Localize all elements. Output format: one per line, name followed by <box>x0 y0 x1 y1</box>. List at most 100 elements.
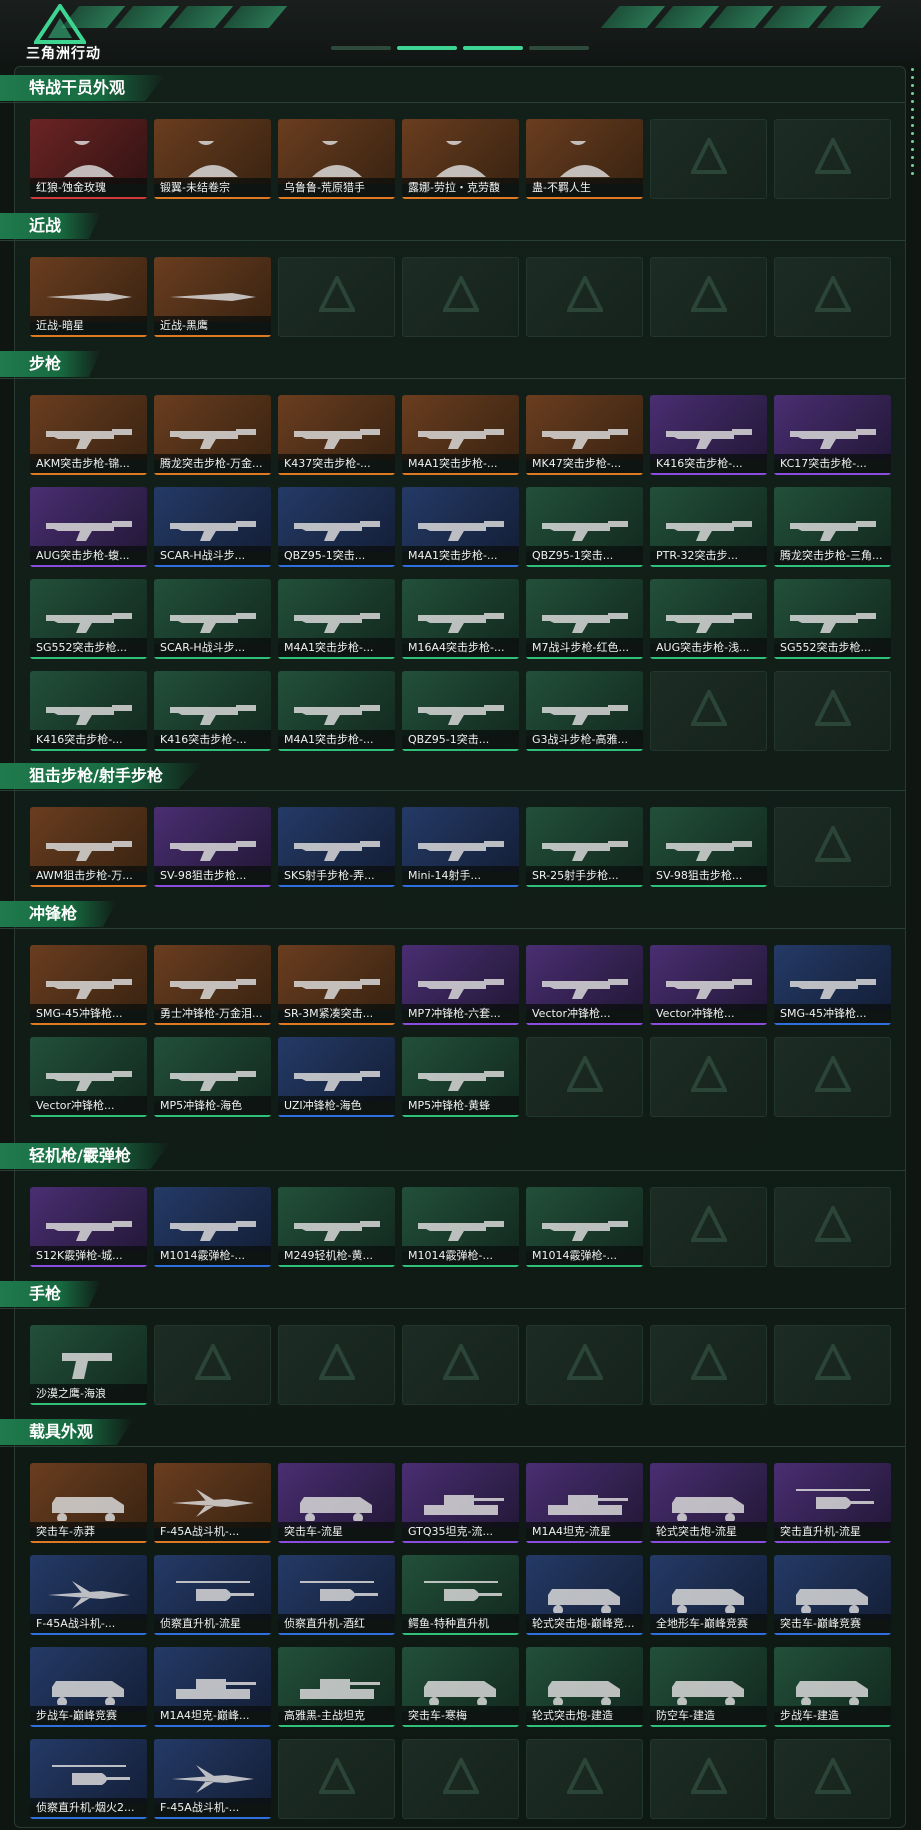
item-label: 步战车-建造 <box>774 1706 891 1727</box>
item-card[interactable]: M1014霰弹枪-... <box>402 1187 519 1267</box>
rifle-icon <box>46 613 132 633</box>
item-card[interactable]: 突击车-巅峰竞赛 <box>774 1555 891 1635</box>
item-card[interactable]: 防空车-建造 <box>650 1647 767 1727</box>
item-card[interactable]: AUG突击步枪-蝮... <box>30 487 147 567</box>
header-stripes-right <box>600 6 882 30</box>
item-card[interactable]: 侦察直升机-酒红 <box>278 1555 395 1635</box>
item-card[interactable]: 勇士冲锋枪-万金泪... <box>154 945 271 1025</box>
item-card[interactable]: 侦察直升机-流星 <box>154 1555 271 1635</box>
delta-watermark-icon <box>691 1758 727 1794</box>
item-card[interactable]: 鳄鱼-特种直升机 <box>402 1555 519 1635</box>
item-card[interactable]: AWM狙击步枪-万... <box>30 807 147 887</box>
item-card[interactable]: 轮式突击炮-流星 <box>650 1463 767 1543</box>
item-card[interactable]: 全地形车-巅峰竞赛 <box>650 1555 767 1635</box>
item-card[interactable]: Vector冲锋枪... <box>526 945 643 1025</box>
item-card[interactable]: KC17突击步枪-... <box>774 395 891 475</box>
item-card[interactable]: S12K霰弹枪-城... <box>30 1187 147 1267</box>
item-card[interactable]: SMG-45冲锋枪... <box>30 945 147 1025</box>
item-card[interactable]: 侦察直升机-烟火2... <box>30 1739 147 1819</box>
rifle-icon <box>542 613 628 633</box>
item-card[interactable]: K437突击步枪-... <box>278 395 395 475</box>
item-card[interactable]: M1A4坦克-流星 <box>526 1463 643 1543</box>
item-card[interactable]: K416突击步枪-... <box>650 395 767 475</box>
item-card[interactable]: M249轻机枪-黄... <box>278 1187 395 1267</box>
item-card[interactable]: 突击车-赤莽 <box>30 1463 147 1543</box>
rifle-icon <box>666 613 752 633</box>
item-card[interactable]: SR-3M紧凑突击... <box>278 945 395 1025</box>
rarity-bar <box>278 197 395 199</box>
smg-icon <box>418 1071 504 1091</box>
item-card[interactable]: F-45A战斗机-... <box>30 1555 147 1635</box>
item-card[interactable]: Vector冲锋枪... <box>30 1037 147 1117</box>
item-card[interactable]: AUG突击步枪-浅... <box>650 579 767 659</box>
item-thumbnail <box>526 395 643 460</box>
item-thumbnail <box>278 1463 395 1528</box>
item-thumbnail <box>650 1555 767 1620</box>
item-card[interactable]: 近战-黑鹰 <box>154 257 271 337</box>
item-card[interactable]: M1014霰弹枪-... <box>526 1187 643 1267</box>
item-card[interactable]: GTQ35坦克-流... <box>402 1463 519 1543</box>
item-card[interactable]: 锻翼-未结卷宗 <box>154 119 271 199</box>
item-card[interactable]: 步战车-巅峰竞赛 <box>30 1647 147 1727</box>
item-card[interactable]: 高雅黑-主战坦克 <box>278 1647 395 1727</box>
item-card[interactable]: F-45A战斗机-... <box>154 1739 271 1819</box>
item-card[interactable]: 沙漠之鹰-海浪 <box>30 1325 147 1405</box>
item-card[interactable]: SV-98狙击步枪... <box>154 807 271 887</box>
item-card[interactable]: 蛊-不羁人生 <box>526 119 643 199</box>
rifle-icon <box>294 429 380 449</box>
item-card[interactable]: SR-25射手步枪... <box>526 807 643 887</box>
item-card[interactable]: QBZ95-1突击... <box>278 487 395 567</box>
item-card[interactable]: 步战车-建造 <box>774 1647 891 1727</box>
item-card[interactable]: Vector冲锋枪... <box>650 945 767 1025</box>
item-card[interactable]: M1014霰弹枪-... <box>154 1187 271 1267</box>
item-card[interactable]: G3战斗步枪-高雅... <box>526 671 643 751</box>
item-label: 防空车-建造 <box>650 1706 767 1727</box>
item-card[interactable]: PTR-32突击步... <box>650 487 767 567</box>
item-card[interactable]: 轮式突击炮-建造 <box>526 1647 643 1727</box>
item-card[interactable]: AKM突击步枪-锦... <box>30 395 147 475</box>
item-card[interactable]: SMG-45冲锋枪... <box>774 945 891 1025</box>
item-card[interactable]: SG552突击步枪... <box>30 579 147 659</box>
rarity-bar <box>278 1115 395 1117</box>
item-card[interactable]: SV-98狙击步枪... <box>650 807 767 887</box>
item-card[interactable]: 近战-暗星 <box>30 257 147 337</box>
item-card[interactable]: M7战斗步枪-红色... <box>526 579 643 659</box>
item-card[interactable]: F-45A战斗机-... <box>154 1463 271 1543</box>
shotgun-icon <box>542 1221 628 1241</box>
item-thumbnail <box>30 1463 147 1528</box>
rifle-icon <box>294 613 380 633</box>
item-card[interactable]: MP5冲锋枪-黄蜂 <box>402 1037 519 1117</box>
item-card[interactable]: SG552突击步枪... <box>774 579 891 659</box>
item-card[interactable]: 突击直升机-流星 <box>774 1463 891 1543</box>
item-card[interactable]: M4A1突击步枪-... <box>402 487 519 567</box>
item-card[interactable]: M4A1突击步枪-... <box>278 579 395 659</box>
item-card[interactable]: QBZ95-1突击... <box>526 487 643 567</box>
item-card[interactable]: SKS射手步枪-弄... <box>278 807 395 887</box>
item-card[interactable]: K416突击步枪-... <box>154 671 271 751</box>
item-card[interactable]: MP7冲锋枪-六套... <box>402 945 519 1025</box>
item-card[interactable]: 腾龙突击步枪-三角... <box>774 487 891 567</box>
item-card[interactable]: Mini-14射手... <box>402 807 519 887</box>
item-card[interactable]: M16A4突击步枪-... <box>402 579 519 659</box>
item-card[interactable]: SCAR-H战斗步... <box>154 487 271 567</box>
item-card[interactable]: M4A1突击步枪-... <box>402 395 519 475</box>
scroll-dots-icon[interactable] <box>911 68 915 180</box>
item-card[interactable]: K416突击步枪-... <box>30 671 147 751</box>
item-card[interactable]: M4A1突击步枪-... <box>278 671 395 751</box>
item-card[interactable]: 轮式突击炮-巅峰竞... <box>526 1555 643 1635</box>
item-card[interactable]: 腾龙突击步枪-万金... <box>154 395 271 475</box>
item-thumbnail <box>278 1037 395 1102</box>
item-card[interactable]: M1A4坦克-巅峰... <box>154 1647 271 1727</box>
item-card[interactable]: 红狼-蚀金玫瑰 <box>30 119 147 199</box>
item-card[interactable]: QBZ95-1突击... <box>402 671 519 751</box>
item-card[interactable]: UZI冲锋枪-海色 <box>278 1037 395 1117</box>
item-card[interactable]: 突击车-寒梅 <box>402 1647 519 1727</box>
item-card[interactable]: MP5冲锋枪-海色 <box>154 1037 271 1117</box>
item-card[interactable]: 露娜-劳拉・克劳馥 <box>402 119 519 199</box>
item-card[interactable]: 乌鲁鲁-荒原猎手 <box>278 119 395 199</box>
rarity-bar <box>30 1725 147 1727</box>
item-card[interactable]: SCAR-H战斗步... <box>154 579 271 659</box>
item-thumbnail <box>402 807 519 872</box>
item-card[interactable]: MK47突击步枪-... <box>526 395 643 475</box>
item-card[interactable]: 突击车-流星 <box>278 1463 395 1543</box>
